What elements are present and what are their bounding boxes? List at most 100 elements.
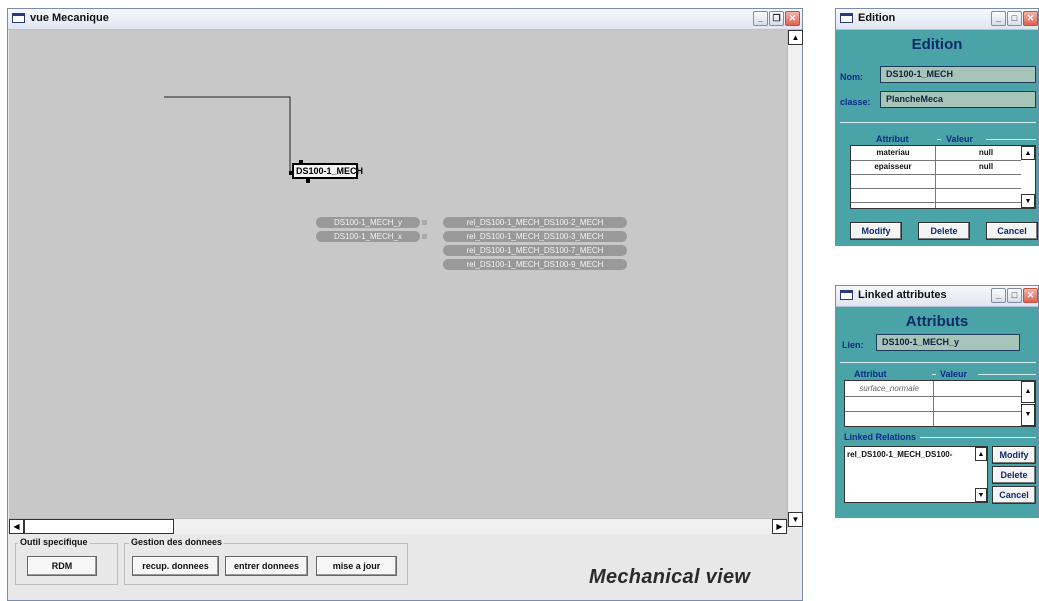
col-valeur-label: Valeur <box>940 369 968 379</box>
gestion-group-label: Gestion des donnees <box>129 537 225 547</box>
divider <box>986 139 1036 140</box>
table-cell[interactable]: surface_normale <box>845 384 933 393</box>
close-icon[interactable]: ✕ <box>785 11 800 26</box>
col-attribut-label: Attribut <box>854 369 887 379</box>
scroll-down-icon[interactable]: ▼ <box>1021 404 1035 426</box>
linked-heading: Attributs <box>905 313 969 330</box>
edition-cancel-button[interactable]: Cancel <box>986 222 1038 240</box>
recup-donnees-button[interactable]: recup. donnees <box>132 556 219 576</box>
linked-cancel-button[interactable]: Cancel <box>992 486 1036 504</box>
restore-icon[interactable]: ❐ <box>769 11 784 26</box>
connector-lines <box>164 96 291 172</box>
window-icon <box>12 13 25 23</box>
outil-group-label: Outil specifique <box>18 537 90 547</box>
minimize-icon[interactable]: _ <box>991 11 1006 26</box>
horizontal-scrollbar[interactable]: ◀ ▶ <box>9 518 787 534</box>
relation-pill[interactable]: rel_DS100-1_MECH_DS100-9_MECH <box>443 259 627 270</box>
close-icon[interactable]: ✕ <box>1023 288 1038 303</box>
table-cell[interactable]: materiau <box>851 148 935 157</box>
table-cell[interactable]: null <box>951 148 1021 157</box>
outil-specifique-group: Outil specifique RDM <box>15 537 118 585</box>
linked-delete-button[interactable]: Delete <box>992 466 1036 484</box>
nom-label: Nom: <box>840 72 863 82</box>
attribute-pill[interactable]: DS100-1_MECH_y <box>316 217 420 228</box>
column-divider <box>933 381 934 426</box>
divider <box>840 122 1036 123</box>
edition-heading: Edition <box>911 36 963 53</box>
relation-pill[interactable]: rel_DS100-1_MECH_DS100-2_MECH <box>443 217 627 228</box>
attribute-pill[interactable]: DS100-1_MECH_x <box>316 231 420 242</box>
relation-pill-label: rel_DS100-1_MECH_DS100-7_MECH <box>466 246 604 255</box>
main-window-title: vue Mecanique <box>30 12 109 24</box>
linked-attribute-table[interactable]: surface_normale ▲ ▼ <box>844 380 1036 427</box>
edition-title-bar[interactable]: Edition _ □ ✕ <box>836 9 1038 30</box>
row-divider <box>851 188 1021 189</box>
scroll-up-icon[interactable]: ▲ <box>1021 146 1035 160</box>
linked-relations-label: Linked Relations <box>844 432 917 442</box>
attribute-pill-label: DS100-1_MECH_x <box>333 232 403 241</box>
pill-connector <box>422 220 427 225</box>
divider <box>932 374 936 375</box>
row-divider <box>851 160 1021 161</box>
divider <box>840 362 1036 363</box>
pill-connector <box>422 234 427 239</box>
gestion-donnees-group: Gestion des donnees recup. donnees entre… <box>124 537 408 585</box>
rdm-button[interactable]: RDM <box>27 556 97 576</box>
row-divider <box>845 396 1021 397</box>
edition-delete-button[interactable]: Delete <box>918 222 970 240</box>
scroll-down-icon[interactable]: ▼ <box>975 488 987 502</box>
relation-pill-label: rel_DS100-1_MECH_DS100-3_MECH <box>466 232 604 241</box>
attribute-pill-label: DS100-1_MECH_y <box>333 218 403 227</box>
row-divider <box>851 202 1021 203</box>
linked-modify-button[interactable]: Modify <box>992 446 1036 464</box>
scroll-left-icon[interactable]: ◀ <box>9 519 24 534</box>
relation-pill-label: rel_DS100-1_MECH_DS100-9_MECH <box>466 260 604 269</box>
mise-a-jour-button[interactable]: mise a jour <box>316 556 397 576</box>
linked-title-bar[interactable]: Linked attributes _ □ ✕ <box>836 286 1038 307</box>
classe-label: classe: <box>840 97 871 107</box>
lien-field[interactable]: DS100-1_MECH_y <box>876 334 1020 351</box>
node-handle-bottom[interactable] <box>306 179 310 183</box>
lien-label: Lien: <box>842 340 864 350</box>
col-attribut-label: Attribut <box>876 134 909 144</box>
scroll-thumb[interactable] <box>24 519 174 534</box>
mechanical-view-caption: Mechanical view <box>589 566 751 588</box>
scroll-up-icon[interactable]: ▲ <box>1021 381 1035 403</box>
vertical-scrollbar[interactable]: ▲ ▼ <box>787 30 803 528</box>
nom-field[interactable]: DS100-1_MECH <box>880 66 1036 83</box>
edition-attribute-table[interactable]: materiau null epaisseur null ▲ ▼ <box>850 145 1036 209</box>
list-item[interactable]: rel_DS100-1_MECH_DS100- <box>847 450 975 459</box>
linked-relations-list[interactable]: rel_DS100-1_MECH_DS100- ▲ ▼ <box>844 446 988 503</box>
classe-field[interactable]: PlancheMeca <box>880 91 1036 108</box>
linked-window-title: Linked attributes <box>858 289 947 301</box>
col-valeur-label: Valeur <box>946 134 974 144</box>
main-window: vue Mecanique _ ❐ ✕ DS100-1_MECH DS100-1… <box>7 8 803 601</box>
table-cell[interactable]: epaisseur <box>851 162 935 171</box>
relation-pill[interactable]: rel_DS100-1_MECH_DS100-3_MECH <box>443 231 627 242</box>
table-cell[interactable]: null <box>951 162 1021 171</box>
column-divider <box>935 146 936 208</box>
node-ds100-1-mech[interactable]: DS100-1_MECH <box>292 163 363 179</box>
minimize-icon[interactable]: _ <box>991 288 1006 303</box>
scroll-up-icon[interactable]: ▲ <box>975 447 987 461</box>
entrer-donnees-button[interactable]: entrer donnees <box>225 556 308 576</box>
window-icon <box>840 13 853 23</box>
edition-modify-button[interactable]: Modify <box>850 222 902 240</box>
relation-pill[interactable]: rel_DS100-1_MECH_DS100-7_MECH <box>443 245 627 256</box>
edition-window-title: Edition <box>858 12 896 24</box>
close-icon[interactable]: ✕ <box>1023 11 1038 26</box>
linked-attributes-window: Linked attributes _ □ ✕ Attributs Lien: … <box>835 285 1039 518</box>
main-title-bar[interactable]: vue Mecanique _ ❐ ✕ <box>8 9 802 30</box>
divider <box>937 139 941 140</box>
scroll-down-icon[interactable]: ▼ <box>1021 194 1035 208</box>
scroll-right-icon[interactable]: ▶ <box>772 519 787 534</box>
scroll-up-icon[interactable]: ▲ <box>788 30 803 45</box>
row-divider <box>845 411 1021 412</box>
scroll-down-icon[interactable]: ▼ <box>788 512 803 527</box>
edition-window: Edition _ □ ✕ Edition Nom: DS100-1_MECH … <box>835 8 1039 246</box>
row-divider <box>851 174 1021 175</box>
minimize-icon[interactable]: _ <box>753 11 768 26</box>
maximize-icon[interactable]: □ <box>1007 288 1022 303</box>
diagram-canvas[interactable]: DS100-1_MECH DS100-1_MECH_y DS100-1_MECH… <box>9 30 787 528</box>
maximize-icon[interactable]: □ <box>1007 11 1022 26</box>
